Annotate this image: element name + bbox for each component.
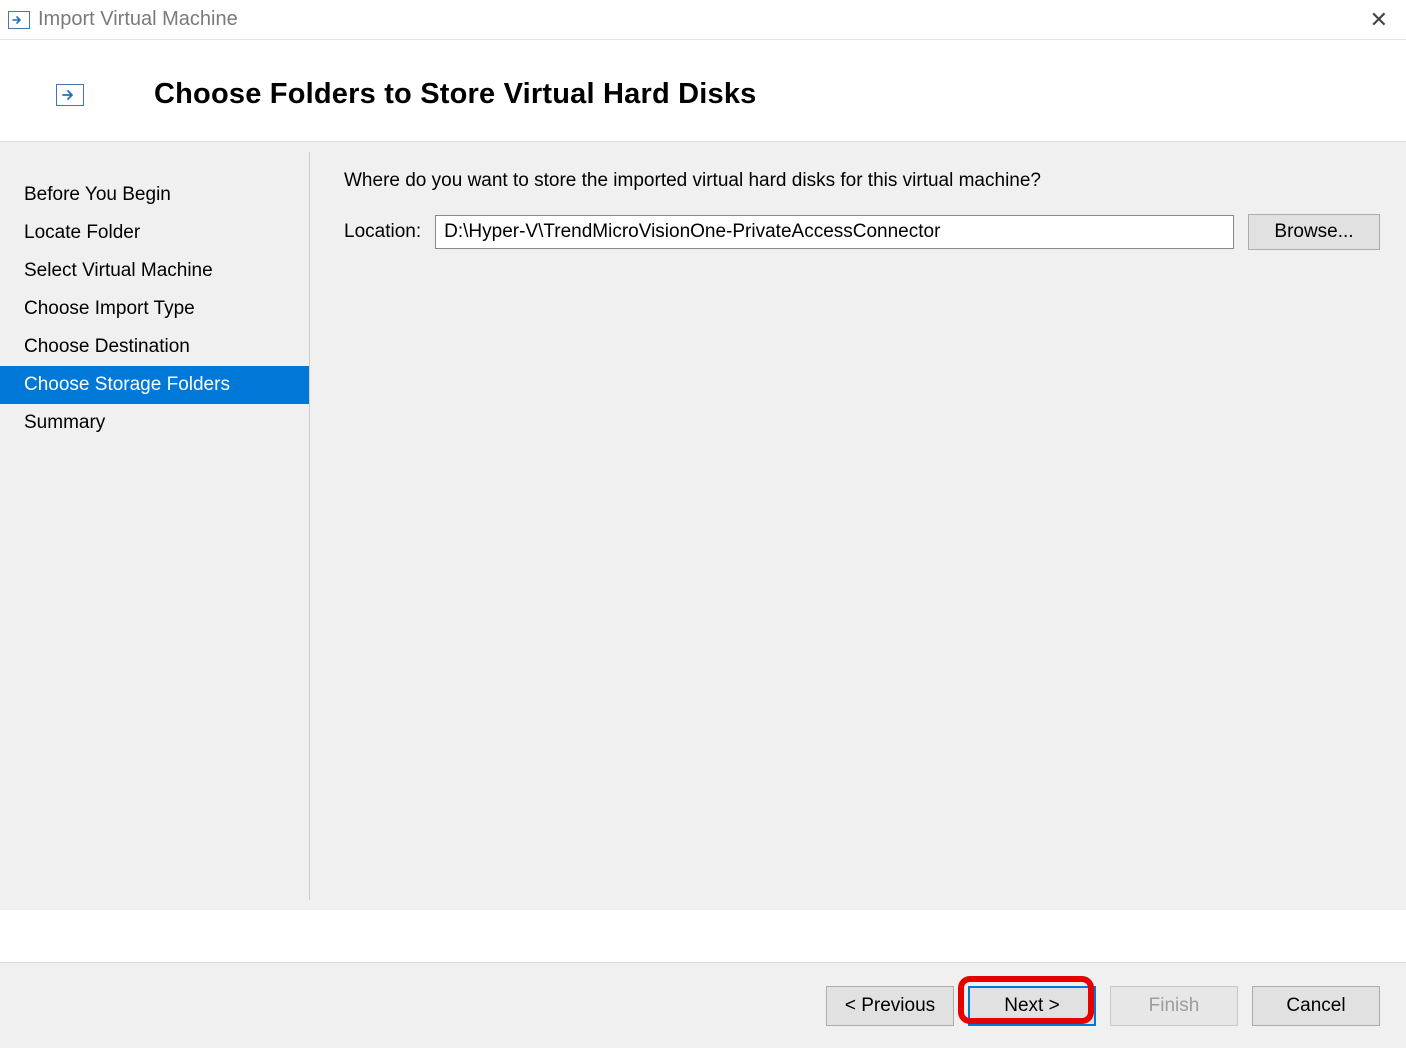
cancel-button[interactable]: Cancel (1252, 986, 1380, 1026)
step-summary[interactable]: Summary (0, 404, 309, 442)
location-label: Location: (344, 221, 421, 243)
step-choose-destination[interactable]: Choose Destination (0, 328, 309, 366)
wizard-header: Choose Folders to Store Virtual Hard Dis… (0, 40, 1406, 142)
wizard-body: Before You Begin Locate Folder Select Vi… (0, 142, 1406, 910)
location-row: Location: Browse... (344, 214, 1380, 250)
step-choose-import-type[interactable]: Choose Import Type (0, 290, 309, 328)
previous-button[interactable]: < Previous (826, 986, 954, 1026)
titlebar: Import Virtual Machine ✕ (0, 0, 1406, 40)
page-title: Choose Folders to Store Virtual Hard Dis… (154, 78, 757, 111)
next-button[interactable]: Next > (968, 986, 1096, 1026)
window-title: Import Virtual Machine (38, 8, 238, 31)
step-choose-storage-folders[interactable]: Choose Storage Folders (0, 366, 309, 404)
import-vm-icon (8, 11, 30, 29)
browse-button[interactable]: Browse... (1248, 214, 1380, 250)
step-locate-folder[interactable]: Locate Folder (0, 214, 309, 252)
wizard-steps: Before You Begin Locate Folder Select Vi… (0, 152, 310, 900)
prompt-text: Where do you want to store the imported … (344, 170, 1380, 192)
close-button[interactable]: ✕ (1360, 5, 1398, 35)
finish-button: Finish (1110, 986, 1238, 1026)
import-vm-icon (56, 84, 84, 106)
step-before-you-begin[interactable]: Before You Begin (0, 176, 309, 214)
location-input[interactable] (435, 215, 1234, 249)
step-select-virtual-machine[interactable]: Select Virtual Machine (0, 252, 309, 290)
wizard-content: Where do you want to store the imported … (310, 142, 1406, 910)
wizard-footer: < Previous Next > Finish Cancel (0, 962, 1406, 1048)
